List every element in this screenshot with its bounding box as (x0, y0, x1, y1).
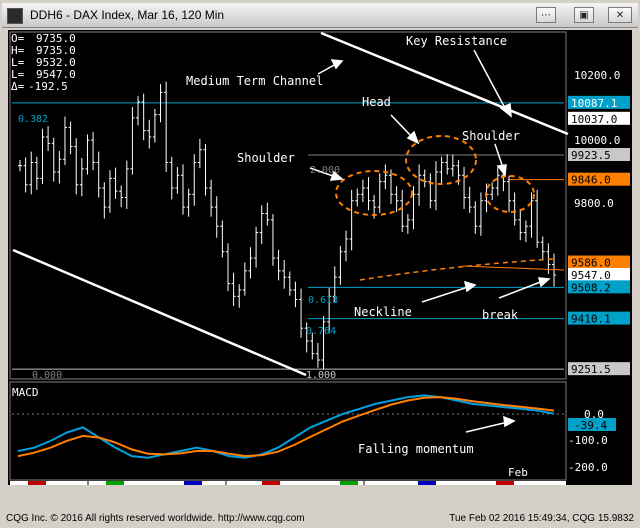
macd-value-text: -39.4 (574, 419, 607, 432)
fib-label-0000: 0.000 (32, 370, 62, 381)
price-box-label: 10037.0 (571, 113, 617, 126)
date-tick-label: Feb (508, 466, 528, 479)
fib-label-0382: 0.382 (18, 114, 48, 125)
price-box-label: 9251.5 (571, 363, 611, 376)
macd-tick-minus200: -200.0 (568, 461, 608, 474)
chart-canvas[interactable]: Key Resistance Medium Term Channel Head … (8, 30, 632, 496)
chart-window: DDH6 - DAX Index, Mar 16, 120 Min ⋯ ▣ ✕ (0, 0, 640, 528)
fib-label-2000: 2.000 (310, 165, 340, 176)
price-box-label: 9508.2 (571, 281, 611, 294)
macd-signal-line (17, 396, 555, 458)
right-shoulder-ellipse (485, 175, 535, 213)
date-strip-segment (418, 481, 436, 485)
close-button[interactable]: ✕ (608, 7, 632, 23)
timestamp-text: Tue Feb 02 2016 15:49:34, CQG 15.9832 (449, 513, 634, 524)
date-strip-segment (28, 481, 46, 485)
price-box-label: 10087.1 (571, 97, 617, 110)
price-box-label: 9846.0 (571, 174, 611, 187)
ohlc-box: O= 9735.0 H= 9735.0 L= 9532.0 L= 9547.0 Δ= -1… (11, 32, 76, 93)
macd-panel-frame (9, 381, 567, 481)
fib-label-1000: 1.000 (306, 370, 336, 381)
price-box-label: 9923.5 (571, 149, 611, 162)
date-tick-label: 18 (230, 483, 243, 485)
svg-text:Δ=-192.5: Δ= -192.5 (11, 80, 68, 93)
price-tick-10200: 10200.0 (574, 69, 620, 82)
price-tick-9800: 9800.0 (574, 197, 614, 210)
macd-label: MACD (12, 386, 39, 399)
date-strip-segment (184, 481, 202, 485)
window-title: DDH6 - DAX Index, Mar 16, 120 Min (30, 8, 225, 22)
menu-button[interactable]: ⋯ (536, 7, 556, 23)
neckline-label: Neckline (354, 305, 412, 319)
date-strip-segment (496, 481, 514, 485)
date-tick-label: 25-01:00 (368, 483, 421, 485)
neckline-dashed (359, 258, 554, 281)
medium-term-channel-label: Medium Term Channel (186, 74, 323, 88)
price-box-label: 9410.1 (571, 313, 611, 326)
title-bar[interactable]: DDH6 - DAX Index, Mar 16, 120 Min ⋯ ▣ ✕ (2, 3, 638, 28)
left-shoulder-label: Shoulder (237, 151, 295, 165)
candles (18, 81, 556, 370)
price-box-label: 9547.0 (571, 269, 611, 282)
date-tick-label: 11 (92, 483, 105, 485)
key-resistance-label: Key Resistance (406, 34, 507, 48)
macd-tick-minus100: -100.0 (568, 434, 608, 447)
footer-bar: CQG Inc. © 2016 All rights reserved worl… (0, 508, 640, 528)
right-shoulder-label: Shoulder (462, 129, 520, 143)
copyright-text: CQG Inc. © 2016 All rights reserved worl… (6, 513, 305, 524)
date-strip-segment (262, 481, 280, 485)
falling-momentum-label: Falling momentum (358, 442, 474, 456)
head-label: Head (362, 95, 391, 109)
break-label: break (482, 308, 519, 322)
date-strip-segment (106, 481, 124, 485)
key-resistance-line (320, 31, 569, 136)
maximize-button[interactable]: ▣ (574, 7, 594, 23)
chart-svg[interactable]: Key Resistance Medium Term Channel Head … (8, 30, 632, 496)
channel-line (12, 248, 307, 377)
head-ellipse (405, 135, 477, 185)
price-tick-10000: 10000.0 (574, 134, 620, 147)
app-icon (7, 8, 23, 24)
fib-label-0764: 0.764 (306, 326, 336, 337)
fib-label-0618: 0.618 (308, 295, 338, 306)
date-strip-segment (340, 481, 358, 485)
price-box-label: 9586.0 (571, 257, 611, 270)
